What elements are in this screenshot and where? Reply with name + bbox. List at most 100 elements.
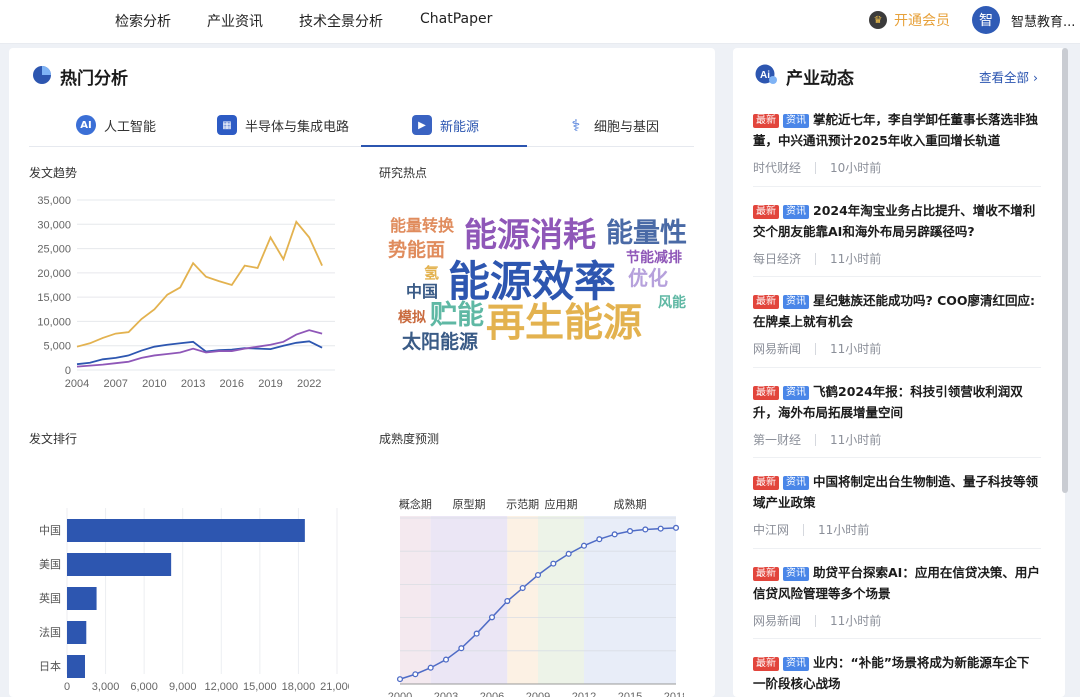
nav-search-analysis[interactable]: 检索分析	[115, 11, 171, 31]
news-headline[interactable]: 最新 资讯 掌舵近七年，李自学卸任董事长落选非独董，中兴通讯预计2025年收入重回增…	[753, 109, 1041, 151]
chip-grid-icon: ▦	[217, 115, 237, 135]
phase-label: 应用期	[545, 497, 578, 511]
pie-chart-icon	[33, 66, 51, 84]
wordcloud-term: 节能减排	[626, 249, 682, 265]
bar	[67, 621, 87, 644]
tag-news: 资讯	[783, 476, 809, 490]
tab-new-energy[interactable]: ▶ 新能源	[412, 103, 479, 147]
news-headline[interactable]: 最新 资讯 中国将制定出台生物制造、量子科技等领域产业政策	[753, 471, 1041, 513]
wordcloud-term: 再生能源	[486, 302, 642, 345]
tag-news: 资讯	[783, 295, 809, 309]
active-tab-indicator	[361, 145, 527, 147]
tab-semiconductor[interactable]: ▦ 半导体与集成电路	[217, 103, 349, 147]
phase-label: 示范期	[506, 497, 539, 511]
nav-chatpaper[interactable]: ChatPaper	[420, 11, 492, 27]
wordcloud-term: 势能面	[388, 238, 445, 261]
y-tick-label: 20,000	[37, 268, 71, 280]
view-all-link[interactable]: 查看全部 ›	[979, 67, 1038, 86]
industry-news-title: 产业动态	[786, 69, 854, 89]
news-divider	[753, 367, 1041, 368]
wordcloud-term: 能量转换	[390, 216, 455, 235]
phase-label: 概念期	[399, 497, 432, 511]
news-headline[interactable]: 最新 资讯 助贷平台探索AI：应用在信贷决策、用户信贷风险管理等多个场景	[753, 562, 1041, 604]
tag-news: 资讯	[783, 205, 809, 219]
y-tick-label: 30,000	[37, 219, 71, 231]
news-item[interactable]: 最新 资讯 飞鹤2024年报：科技引领营收利润双升，海外布局拓展增量空间第一财经 11…	[753, 381, 1041, 448]
data-point	[458, 645, 465, 652]
news-source: 网易新闻	[753, 342, 802, 356]
tab-ai[interactable]: AI 人工智能	[76, 103, 156, 147]
news-meta: 每日经济 11小时前	[753, 250, 1041, 267]
news-headline[interactable]: 最新 资讯 飞鹤2024年报：科技引领营收利润双升，海外布局拓展增量空间	[753, 381, 1041, 423]
data-point	[611, 531, 618, 538]
data-point	[519, 584, 526, 592]
data-point	[626, 528, 634, 535]
data-point	[534, 571, 542, 579]
news-meta: 时代财经 10小时前	[753, 159, 1041, 176]
news-headline[interactable]: 最新 资讯 2024年淘宝业务占比提升、增收不增利 交个朋友能靠AI和海外布局另辟蹊…	[753, 200, 1041, 242]
phase-band	[430, 516, 508, 684]
news-source: 中江网	[753, 523, 790, 537]
x-tick-label: 2009	[526, 691, 550, 697]
data-point	[642, 526, 649, 533]
tab-semiconductor-label: 半导体与集成电路	[245, 119, 350, 135]
avatar[interactable]: 智	[972, 6, 1000, 34]
y-tick-label: 5,000	[43, 341, 71, 353]
tab-cell-gene[interactable]: ⚕ 细胞与基因	[566, 103, 659, 147]
data-point	[565, 550, 572, 557]
data-point	[488, 614, 496, 621]
news-divider	[753, 276, 1041, 277]
maturity-forecast-chart: 概念期 原型期 示范期 应用期 成熟期 2000 2003 2006 2009 2012 2015 2…	[388, 497, 684, 697]
x-tick-label: 2003	[434, 691, 458, 697]
meta-divider	[815, 614, 817, 627]
category-label: 美国	[39, 558, 61, 571]
wordcloud-term: 优化	[628, 266, 668, 290]
news-item[interactable]: 最新 资讯 掌舵近七年，李自学卸任董事长落选非独董，中兴通讯预计2025年收入重回增…	[753, 109, 1041, 176]
x-tick-label: 21,000	[320, 681, 349, 693]
username[interactable]: 智慧教育...	[1011, 11, 1075, 30]
news-source: 时代财经	[753, 161, 802, 175]
news-item[interactable]: 最新 资讯 助贷平台探索AI：应用在信贷决策、用户信贷风险管理等多个场景网易新闻 11…	[753, 562, 1041, 629]
bar	[67, 519, 305, 542]
vip-button[interactable]: ♛ 开通会员	[869, 9, 950, 31]
nav-industry-news[interactable]: 产业资讯	[207, 11, 263, 31]
x-tick-label: 2004	[65, 378, 89, 390]
news-item[interactable]: 最新 资讯 星纪魅族还能成功吗? COO廖清红回应: 在牌桌上就有机会 网易新闻 11小…	[753, 290, 1041, 357]
ai-chip-icon: AI	[76, 115, 96, 135]
data-point	[550, 560, 557, 567]
news-item[interactable]: 最新 资讯 中国将制定出台生物制造、量子科技等领域产业政策中江网 11小时前	[753, 471, 1041, 538]
news-source: 第一财经	[753, 433, 802, 447]
bar	[67, 587, 97, 610]
news-divider	[753, 186, 1041, 187]
x-tick-label: 2013	[181, 378, 205, 390]
news-headline[interactable]: 最新 资讯 业内：“补能”场景将成为新能源车企下一阶段核心战场	[753, 652, 1041, 694]
data-point	[504, 597, 511, 605]
dna-icon: ⚕	[571, 115, 581, 135]
nav-tech-panorama[interactable]: 技术全景分析	[299, 11, 383, 31]
news-time: 11小时前	[830, 614, 882, 628]
trend-label: 发文趋势	[29, 166, 78, 180]
x-tick-label: 3,000	[92, 681, 120, 693]
news-headline[interactable]: 最新 资讯 星纪魅族还能成功吗? COO廖清红回应: 在牌桌上就有机会	[753, 290, 1041, 332]
topic-tabs: AI 人工智能 ▦ 半导体与集成电路 ▶ 新能源 ⚕ 细胞与基因	[29, 103, 694, 147]
energy-screen-icon: ▶	[412, 115, 432, 135]
tag-latest: 最新	[753, 476, 779, 490]
data-point	[473, 630, 480, 637]
x-tick-label: 2012	[572, 691, 596, 697]
news-time: 11小时前	[818, 523, 870, 537]
news-meta: 网易新闻 11小时前	[753, 612, 1041, 629]
x-tick-label: 2019	[258, 378, 282, 390]
scrollbar[interactable]	[1062, 48, 1068, 493]
news-time: 11小时前	[830, 433, 882, 447]
news-divider	[753, 457, 1041, 458]
top-navbar: 检索分析 产业资讯 技术全景分析 ChatPaper ♛ 开通会员 智 智慧教育…	[0, 0, 1080, 44]
news-time: 10小时前	[830, 161, 882, 175]
news-divider	[753, 638, 1041, 639]
news-item[interactable]: 最新 资讯 2024年淘宝业务占比提升、增收不增利 交个朋友能靠AI和海外布局另辟蹊…	[753, 200, 1041, 267]
view-all-label: 查看全部	[979, 70, 1030, 85]
news-divider	[753, 548, 1041, 549]
phase-band	[507, 516, 538, 684]
bar	[67, 553, 172, 576]
phase-label: 成熟期	[614, 497, 647, 511]
news-item[interactable]: 最新 资讯 业内：“补能”场景将成为新能源车企下一阶段核心战场	[753, 652, 1041, 694]
